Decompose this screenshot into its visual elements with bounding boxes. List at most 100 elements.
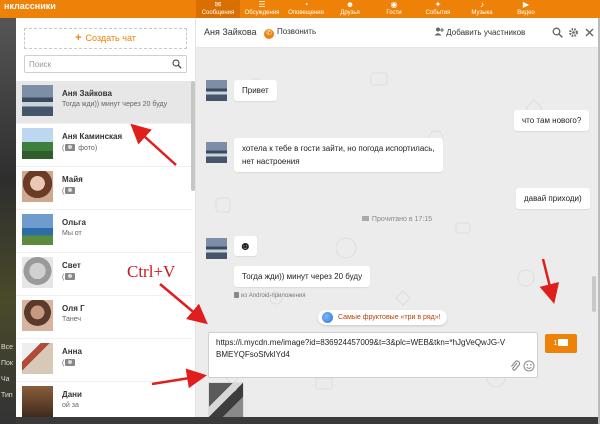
chat-item[interactable]: Аня Зайкова Тогда жди)) минут через 20 б… [16, 81, 192, 124]
search-box [24, 55, 187, 73]
call-label: Позвонить [277, 27, 317, 36]
send-button[interactable]: 1 [545, 334, 577, 353]
avatar [22, 257, 53, 288]
sidebar-scrollbar[interactable] [191, 81, 195, 191]
avatar [206, 142, 227, 163]
chat-item[interactable]: Ольга Мы от [16, 210, 192, 253]
camera-icon [65, 144, 76, 151]
search-input[interactable] [29, 58, 169, 70]
chat-item[interactable]: Аня Каминская ( фото) [16, 124, 192, 167]
message-bubble: давай приходи) [516, 188, 590, 209]
add-user-icon [434, 27, 444, 36]
chat-preview: Танеч [62, 316, 82, 323]
message-bubble: Тогда жди)) минут через 20 буду [234, 266, 371, 287]
avatar [22, 386, 53, 417]
message-via: из Android-приложения [234, 292, 306, 299]
close-icon[interactable] [584, 27, 595, 38]
chat-scrollbar[interactable] [592, 276, 596, 312]
chat-preview: ( [62, 273, 76, 281]
nav-label: Гости [386, 10, 402, 16]
avatar [22, 300, 53, 331]
chat-sidebar: +Создать чат Аня Зайкова Тогда жди)) мин… [16, 18, 196, 417]
discussions-icon: ☰ [258, 0, 266, 9]
chat-preview: ( фото) [62, 144, 98, 152]
nav-music[interactable]: ♪ Музыка [460, 0, 504, 18]
events-icon: ✦ [434, 0, 442, 9]
game-icon [322, 312, 333, 323]
nav-label: Оповещения [288, 10, 324, 16]
message-text[interactable]: https://i.mycdn.me/image?id=836924457009… [216, 337, 506, 361]
chat-preview: ( [62, 187, 76, 195]
chat-name: Дани [62, 390, 82, 399]
top-nav: ✉ Сообщения ☰ Обсуждения ◔ Оповещения ☻ … [196, 0, 548, 18]
avatar [206, 80, 227, 101]
bell-icon: ◔ [303, 0, 309, 9]
nav-notifications[interactable]: ◔ Оповещения [284, 0, 328, 18]
chat-item[interactable]: Майя ( [16, 167, 192, 210]
chat-item[interactable]: Анна ( [16, 339, 192, 382]
nav-video[interactable]: ▶ Видео [504, 0, 548, 18]
background-text: Все Пок Ча Тип [1, 344, 14, 399]
nav-label: Обсуждения [244, 10, 280, 16]
chat-name: Майя [62, 175, 83, 184]
add-members-button[interactable]: Добавить участников [434, 27, 525, 37]
send-count: 1 [553, 340, 558, 347]
nav-messages[interactable]: ✉ Сообщения [196, 0, 240, 18]
message-bubble: Привет [234, 80, 277, 101]
search-icon[interactable] [552, 27, 563, 38]
nav-label: Видео [517, 10, 535, 16]
camera-icon [65, 187, 76, 194]
nav-label: События [425, 10, 451, 16]
message-bubble: что там нового? [514, 110, 590, 131]
avatar [22, 85, 53, 116]
read-icon [361, 216, 369, 221]
music-icon: ♪ [480, 0, 484, 9]
smiley-icon[interactable] [523, 360, 535, 372]
nav-label: Друзья [340, 10, 360, 16]
chat-name: Аня Каминская [62, 132, 123, 141]
phone-icon [234, 292, 239, 298]
avatar [206, 238, 227, 259]
video-icon: ▶ [522, 0, 530, 9]
chat-preview: ( [62, 359, 76, 367]
paperclip-icon[interactable] [509, 360, 521, 372]
envelope-icon [558, 339, 569, 346]
gear-icon[interactable] [568, 27, 579, 38]
avatar [22, 171, 53, 202]
chat-name: Ольга [62, 218, 86, 227]
chat-title[interactable]: Аня Зайкова [204, 27, 257, 37]
attachment-preview[interactable] [208, 382, 244, 417]
chat-name: Аня Зайкова [62, 89, 112, 98]
message-area: Привет что там нового? хотела к тебе в г… [196, 48, 598, 417]
nav-label: Сообщения [201, 10, 235, 16]
nav-label: Музыка [471, 10, 493, 16]
message-input[interactable]: https://i.mycdn.me/image?id=836924457009… [208, 332, 538, 378]
guests-icon: ◉ [390, 0, 398, 9]
promo-banner[interactable]: Самые фруктовые «три в ряд»! [318, 310, 447, 325]
camera-icon [65, 359, 76, 366]
background-page: Все Пок Ча Тип [0, 18, 16, 424]
chat-preview: Мы от [62, 230, 82, 237]
chat-list: Аня Зайкова Тогда жди)) минут через 20 б… [16, 81, 192, 424]
sticker: ☻ [234, 236, 257, 256]
plus-icon: + [75, 32, 82, 44]
chat-preview: Тогда жди)) минут через 20 буду [62, 101, 168, 108]
site-logo[interactable]: нклассники [0, 0, 56, 18]
chat-item[interactable]: Дани ой за [16, 382, 192, 424]
nav-events[interactable]: ✦ События [416, 0, 460, 18]
avatar [22, 343, 53, 374]
chat-header: Аня Зайкова ✆ Позвонить Добавить участник… [196, 18, 598, 48]
camera-icon [65, 273, 76, 280]
messenger-panel: +Создать чат Аня Зайкова Тогда жди)) мин… [16, 18, 598, 417]
nav-guests[interactable]: ◉ Гости [372, 0, 416, 18]
call-button[interactable]: ✆ Позвонить [264, 27, 316, 39]
read-status: Прочитано в 17:15 [196, 216, 598, 223]
message-bubble: хотела к тебе в гости зайти, но погода и… [234, 138, 443, 172]
nav-discussions[interactable]: ☰ Обсуждения [240, 0, 284, 18]
friends-icon: ☻ [345, 0, 355, 9]
nav-friends[interactable]: ☻ Друзья [328, 0, 372, 18]
search-icon[interactable] [172, 59, 182, 69]
create-chat-label: Создать чат [85, 33, 136, 43]
chat-item[interactable]: Оля Г Танеч [16, 296, 192, 339]
create-chat-button[interactable]: + Создать чат [24, 28, 187, 49]
